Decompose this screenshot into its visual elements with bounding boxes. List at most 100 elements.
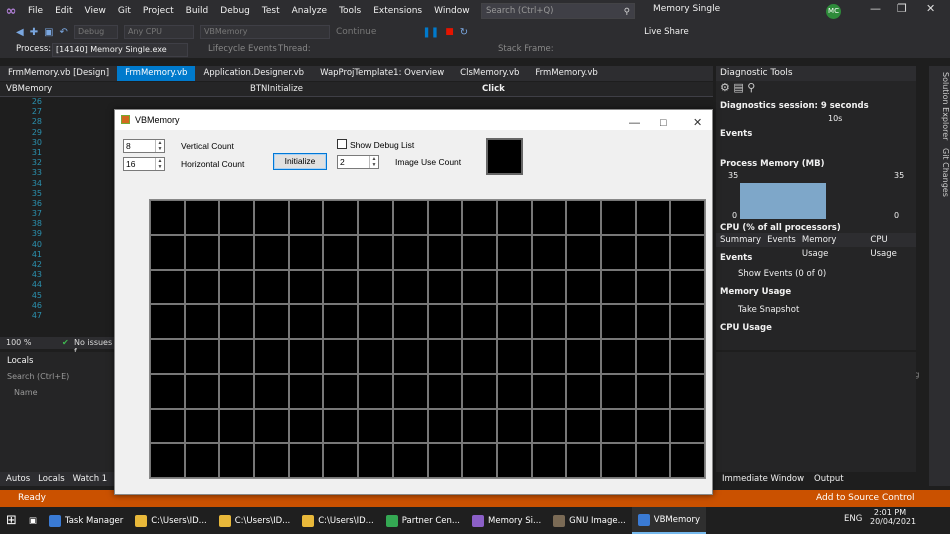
output-tab[interactable]: Immediate Window <box>722 474 804 484</box>
taskbar-item[interactable]: C:\Users\ID... <box>296 507 380 534</box>
memory-card[interactable] <box>323 373 359 409</box>
document-tab[interactable]: FrmMemory.vb <box>117 66 196 81</box>
events-section[interactable]: Events <box>716 129 916 139</box>
memory-card[interactable] <box>427 269 463 305</box>
memory-card[interactable] <box>427 234 463 270</box>
startup-project-select[interactable]: VBMemory <box>199 25 330 39</box>
windows-start-icon[interactable]: ⊞ <box>0 507 23 534</box>
select-tools-icon[interactable]: ▤ <box>733 81 743 94</box>
memory-card[interactable] <box>566 269 601 305</box>
memory-card[interactable] <box>392 373 428 409</box>
memory-card[interactable] <box>600 269 636 305</box>
memory-card[interactable] <box>288 304 324 339</box>
menu-item[interactable]: Extensions <box>367 0 428 22</box>
memory-card[interactable] <box>184 373 220 409</box>
undo-icon[interactable]: ↶ <box>60 27 68 38</box>
memory-card[interactable] <box>392 304 428 339</box>
memory-card[interactable] <box>254 269 289 305</box>
form-close-icon[interactable]: ✕ <box>693 113 702 133</box>
nav-member-select[interactable]: BTNInitialize <box>250 84 303 94</box>
memory-card[interactable] <box>462 443 497 478</box>
memory-card[interactable] <box>566 408 601 444</box>
spinner-icon[interactable]: ▲ ▼ <box>369 156 378 168</box>
stop-icon[interactable]: ■ <box>445 27 454 37</box>
memory-card[interactable] <box>219 373 255 409</box>
memory-card[interactable] <box>392 269 428 305</box>
memory-card[interactable] <box>392 408 428 444</box>
memory-card[interactable] <box>635 200 671 235</box>
memory-card[interactable] <box>531 269 567 305</box>
memory-card[interactable] <box>496 373 532 409</box>
nav-event-select[interactable]: Click <box>482 84 505 94</box>
memory-card[interactable] <box>462 339 497 374</box>
memory-card[interactable] <box>531 373 567 409</box>
memory-card[interactable] <box>427 373 463 409</box>
memory-card[interactable] <box>566 443 601 478</box>
memory-card[interactable] <box>184 269 220 305</box>
memory-card[interactable] <box>254 234 289 270</box>
memory-card[interactable] <box>600 304 636 339</box>
restore-icon[interactable]: ❐ <box>897 2 907 15</box>
memory-card[interactable] <box>219 339 255 374</box>
memory-card[interactable] <box>566 234 601 270</box>
memory-card[interactable] <box>600 373 636 409</box>
form-maximize-icon[interactable]: □ <box>660 113 667 133</box>
memory-card[interactable] <box>496 200 532 235</box>
memory-card[interactable] <box>670 269 705 305</box>
zoom-level[interactable]: 100 % <box>6 338 31 347</box>
memory-card[interactable] <box>323 304 359 339</box>
output-tab[interactable]: Output <box>814 474 844 484</box>
platform-select[interactable]: Any CPU <box>123 25 194 39</box>
taskbar-item[interactable]: VBMemory <box>631 507 706 534</box>
document-tab[interactable]: WapProjTemplate1: Overview <box>312 66 452 81</box>
memory-card[interactable] <box>496 339 532 374</box>
debug-tool-tab[interactable]: Autos <box>6 472 30 486</box>
memory-card[interactable] <box>219 200 255 235</box>
taskbar-item[interactable]: C:\Users\ID... <box>129 507 213 534</box>
menu-item[interactable]: Analyze <box>286 0 333 22</box>
debug-tool-tab[interactable]: Locals <box>38 472 64 486</box>
memory-card[interactable] <box>288 443 324 478</box>
avatar[interactable]: MC <box>826 4 841 19</box>
memory-card[interactable] <box>531 304 567 339</box>
memory-card[interactable] <box>635 373 671 409</box>
taskbar-item[interactable]: Memory Si... <box>466 507 547 534</box>
memory-card[interactable] <box>635 443 671 478</box>
memory-card[interactable] <box>635 269 671 305</box>
memory-card[interactable] <box>496 234 532 270</box>
memory-card[interactable] <box>670 373 705 409</box>
memory-card[interactable] <box>600 234 636 270</box>
memory-card[interactable] <box>531 234 567 270</box>
memory-card[interactable] <box>600 443 636 478</box>
nav-project[interactable]: VBMemory <box>6 84 52 94</box>
menu-item[interactable]: Test <box>256 0 286 22</box>
diag-subtab[interactable]: Memory Usage <box>802 233 865 259</box>
memory-card[interactable] <box>427 339 463 374</box>
side-tab[interactable]: Git Changes <box>941 148 950 197</box>
process-select[interactable]: [14140] Memory Single.exe <box>52 43 188 57</box>
memory-card[interactable] <box>288 234 324 270</box>
memory-card[interactable] <box>670 304 705 339</box>
memory-card[interactable] <box>600 200 636 235</box>
process-memory-section[interactable]: Process Memory (MB) <box>716 159 916 169</box>
memory-card[interactable] <box>219 304 255 339</box>
task-view-icon[interactable]: ▣ <box>23 507 43 534</box>
memory-card[interactable] <box>358 339 393 374</box>
memory-card[interactable] <box>670 339 705 374</box>
memory-card[interactable] <box>427 200 463 235</box>
back-icon[interactable]: ◀ <box>16 27 24 38</box>
memory-card[interactable] <box>358 269 393 305</box>
memory-card[interactable] <box>392 234 428 270</box>
memory-card[interactable] <box>254 408 289 444</box>
memory-card[interactable] <box>600 339 636 374</box>
memory-card[interactable] <box>496 304 532 339</box>
memory-card[interactable] <box>427 304 463 339</box>
memory-card[interactable] <box>150 443 185 478</box>
memory-card[interactable] <box>635 234 671 270</box>
memory-card[interactable] <box>358 373 393 409</box>
locals-search[interactable]: Search (Ctrl+E) <box>7 372 69 381</box>
minimize-icon[interactable]: — <box>870 2 881 15</box>
zoom-in-icon[interactable]: ⚲ <box>747 81 755 94</box>
close-icon[interactable]: ✕ <box>926 2 935 15</box>
menu-item[interactable]: Git <box>112 0 137 22</box>
